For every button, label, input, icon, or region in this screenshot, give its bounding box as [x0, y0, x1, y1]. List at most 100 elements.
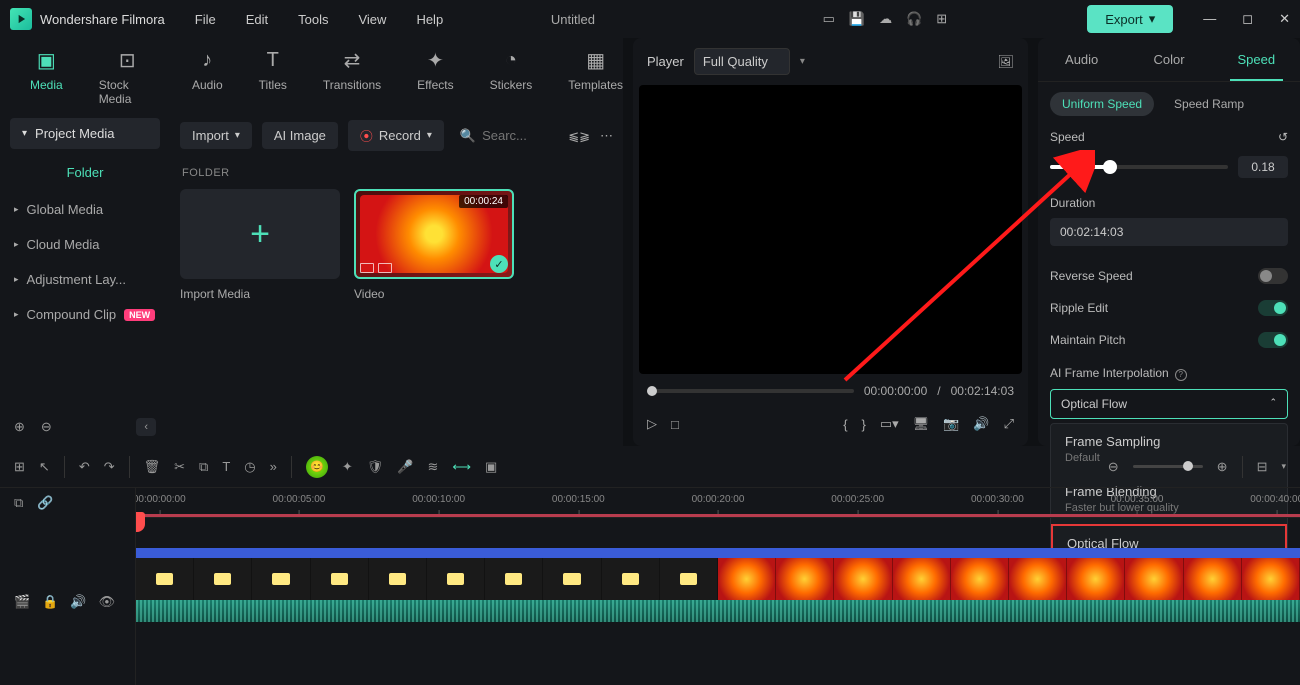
duration-input[interactable]: 00:02:14:03	[1050, 218, 1288, 246]
more-tools-icon[interactable]: »	[270, 459, 277, 474]
mark-out-icon[interactable]: }	[862, 417, 866, 432]
cloud-icon[interactable]: ☁	[879, 11, 892, 27]
layout-icon[interactable]: ▭	[823, 11, 835, 27]
tab-audio[interactable]: ♪ Audio	[192, 48, 223, 106]
sidebar-bottom: ⊕ ⊖ ‹	[0, 408, 170, 446]
tab-titles[interactable]: T Titles	[259, 48, 287, 106]
sidebar-item-compound-clip[interactable]: ▸ Compound Clip NEW	[0, 297, 170, 332]
lock-icon[interactable]: 🔒	[42, 594, 58, 610]
project-title: Untitled	[323, 12, 822, 27]
media-content: Import ▾ AI Image ⦿ Record ▾ 🔍	[170, 114, 623, 446]
more-icon[interactable]: ⋯	[600, 128, 613, 144]
new-folder-icon[interactable]: ⊕	[14, 419, 25, 435]
sparkle-icon[interactable]: ✦	[342, 459, 353, 475]
snapshot-icon[interactable]: 🖼	[997, 54, 1014, 70]
search-input[interactable]: 🔍	[454, 128, 558, 144]
video-media-cell[interactable]: 00:00:24 ✓ Video	[354, 189, 514, 301]
reverse-speed-toggle[interactable]	[1258, 268, 1288, 284]
search-icon: 🔍	[460, 128, 476, 144]
rtab-audio[interactable]: Audio	[1038, 38, 1125, 81]
marker-icon[interactable]: ▣	[485, 459, 497, 475]
video-track-icon[interactable]: 🎬	[14, 594, 30, 610]
mic-icon[interactable]: 🎤	[397, 459, 413, 475]
display-icon[interactable]: 🖥	[913, 416, 930, 432]
import-media-cell[interactable]: + Import Media	[180, 189, 340, 301]
import-button[interactable]: Import ▾	[180, 122, 252, 149]
add-track-icon[interactable]: ⊞	[14, 459, 25, 475]
zoom-out-icon[interactable]: ⊖	[1108, 459, 1119, 475]
export-button[interactable]: Export ▾	[1087, 5, 1173, 33]
subtab-speed-ramp[interactable]: Speed Ramp	[1162, 92, 1256, 116]
quality-select[interactable]: Full Quality	[694, 48, 790, 75]
record-button[interactable]: ⦿ Record ▾	[348, 120, 444, 151]
link-icon[interactable]: 🔗	[37, 495, 53, 511]
tab-media[interactable]: ▣ Media	[30, 48, 63, 106]
tab-stickers[interactable]: ◔ Stickers	[490, 48, 533, 106]
rtab-speed[interactable]: Speed	[1213, 38, 1300, 81]
filter-icon[interactable]: ⫹⫺	[568, 128, 590, 144]
ratio-icon[interactable]: ▭▾	[880, 416, 899, 432]
sidebar-item-cloud-media[interactable]: ▸ Cloud Media	[0, 227, 170, 262]
redo-icon[interactable]: ↷	[104, 459, 115, 475]
tab-effects[interactable]: ✦ Effects	[417, 48, 453, 106]
volume-icon[interactable]: 🔊	[973, 416, 989, 432]
rtab-color[interactable]: Color	[1125, 38, 1212, 81]
chevron-down-icon[interactable]: ▾	[1281, 461, 1286, 472]
zoom-slider[interactable]	[1133, 465, 1203, 468]
grid-icon[interactable]: ⊟	[1257, 459, 1268, 475]
wave-icon[interactable]: ≋	[427, 459, 438, 475]
menu-edit[interactable]: Edit	[246, 12, 268, 27]
maximize-button[interactable]: ◻	[1242, 11, 1253, 27]
reset-speed-icon[interactable]: ↺	[1278, 130, 1288, 144]
zoom-in-icon[interactable]: ⊕	[1217, 459, 1228, 475]
speed-slider[interactable]	[1050, 165, 1228, 169]
mute-icon[interactable]: 🔊	[70, 594, 86, 610]
project-media-button[interactable]: ▾ Project Media	[10, 118, 160, 149]
collapse-sidebar-button[interactable]: ‹	[136, 418, 156, 436]
visibility-icon[interactable]: 👁	[99, 594, 116, 610]
pointer-icon[interactable]: ↖	[39, 459, 50, 475]
tab-transitions[interactable]: ⇄ Transitions	[323, 48, 381, 106]
shield-icon[interactable]: 🛡	[367, 459, 384, 475]
folder-tab[interactable]: Folder	[0, 153, 170, 192]
fullscreen-icon[interactable]: ⤢	[1004, 416, 1014, 432]
video-clip[interactable]: ▸ Video	[136, 558, 1300, 600]
speed-tl-icon[interactable]: ◷	[244, 459, 255, 475]
subtab-uniform-speed[interactable]: Uniform Speed	[1050, 92, 1154, 116]
preview-scrubber[interactable]	[647, 389, 854, 393]
camera-icon[interactable]: 📷	[943, 416, 959, 432]
play-button[interactable]: ▷	[647, 416, 657, 432]
ai-image-button[interactable]: AI Image	[262, 122, 338, 149]
duplicate-icon[interactable]: ⧉	[14, 495, 23, 511]
ai-frame-interp-label: AI Frame Interpolation?	[1050, 366, 1187, 381]
ripple-edit-toggle[interactable]	[1258, 300, 1288, 316]
tab-templates[interactable]: ▦ Templates	[568, 48, 623, 106]
menu-file[interactable]: File	[195, 12, 216, 27]
audio-clip[interactable]	[136, 600, 1300, 622]
undo-icon[interactable]: ↶	[79, 459, 90, 475]
timeline-ruler[interactable]: 00:00:00:00 00:00:05:00 00:00:10:00 00:0…	[136, 488, 1300, 518]
text-icon[interactable]: T	[222, 459, 230, 474]
sidebar-item-adjustment-layer[interactable]: ▸ Adjustment Lay...	[0, 262, 170, 297]
stop-button[interactable]: □	[671, 417, 679, 432]
sidebar-item-global-media[interactable]: ▸ Global Media	[0, 192, 170, 227]
split-icon[interactable]: ⟷	[452, 459, 471, 475]
preview-video[interactable]	[639, 85, 1022, 374]
save-icon[interactable]: 💾	[849, 11, 865, 27]
del-folder-icon[interactable]: ⊖	[41, 419, 52, 435]
apps-icon[interactable]: ⊞	[936, 11, 947, 27]
delete-icon[interactable]: 🗑	[144, 459, 161, 475]
cut-icon[interactable]: ✂	[174, 459, 185, 475]
ai-interp-select[interactable]: Optical Flow ⌃	[1050, 389, 1288, 419]
face-icon[interactable]: 😊	[306, 456, 328, 478]
info-icon[interactable]: ?	[1175, 369, 1187, 381]
close-button[interactable]: ✕	[1279, 11, 1290, 27]
mark-in-icon[interactable]: {	[843, 417, 847, 432]
maintain-pitch-toggle[interactable]	[1258, 332, 1288, 348]
timeline-tracks[interactable]: 00:00:00:00 00:00:05:00 00:00:10:00 00:0…	[136, 488, 1300, 685]
tab-stock-media[interactable]: ⊡ Stock Media	[99, 48, 156, 106]
headphones-icon[interactable]: 🎧	[906, 11, 922, 27]
speed-value-input[interactable]: 0.18	[1238, 156, 1288, 178]
minimize-button[interactable]: —	[1203, 11, 1216, 27]
crop-icon[interactable]: ⧉	[199, 459, 208, 475]
